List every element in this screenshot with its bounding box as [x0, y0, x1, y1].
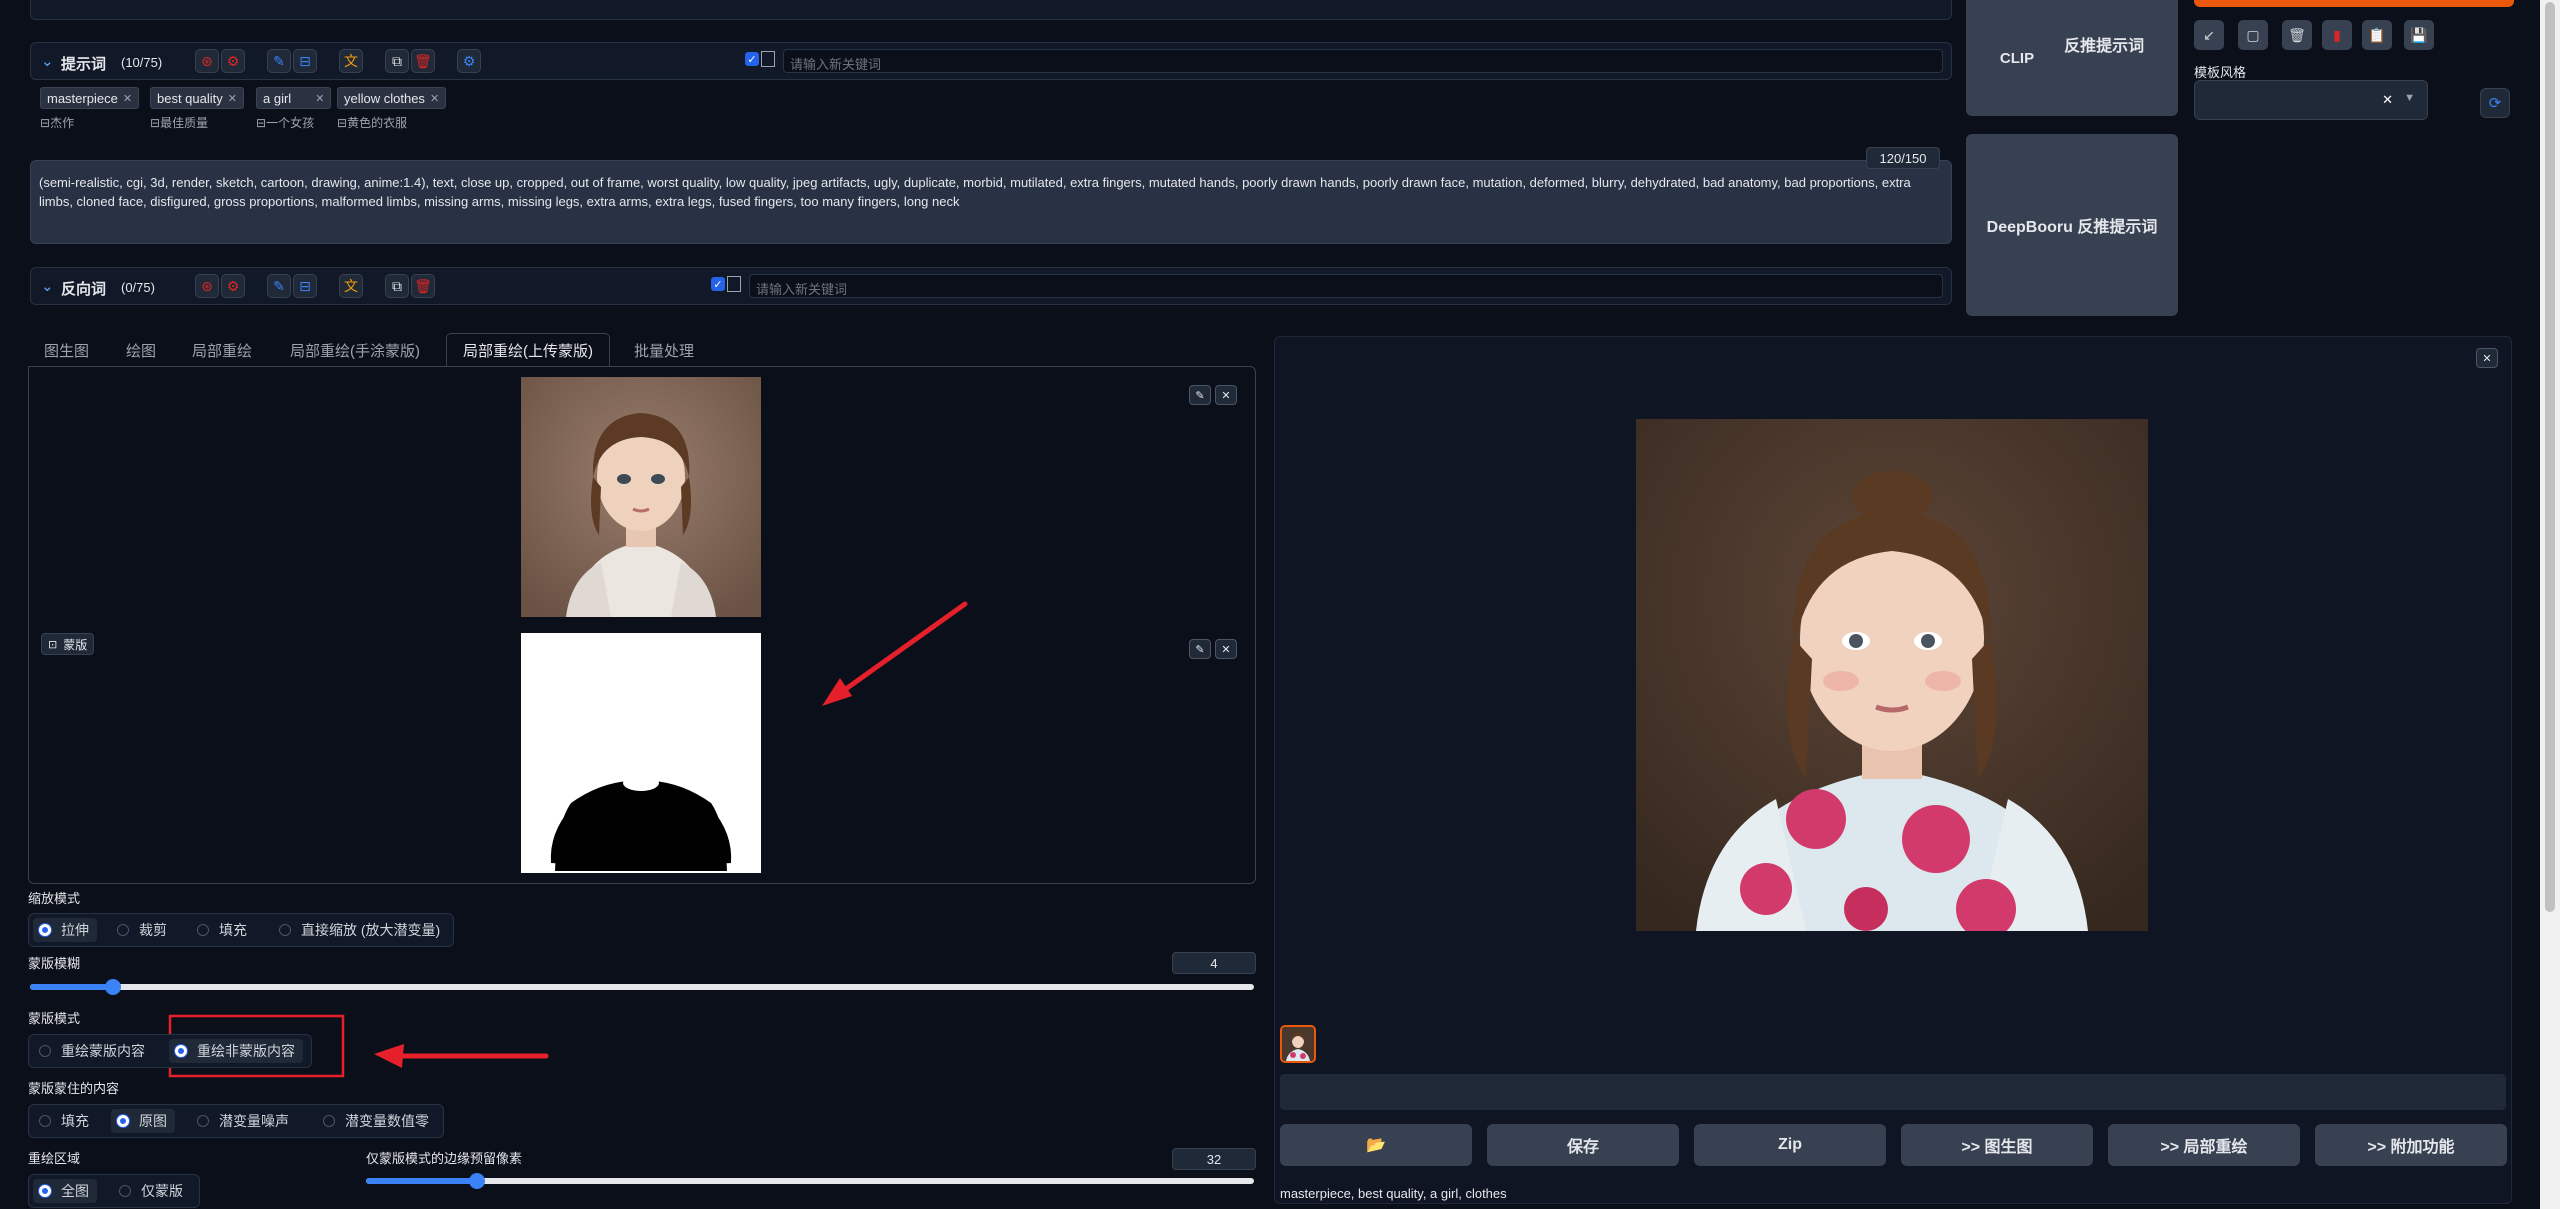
radio-resize-fill[interactable]: 填充	[191, 918, 255, 942]
masked-content-label: 蒙版蒙住的内容	[28, 1081, 120, 1096]
send-to-inpaint-button[interactable]: >> 局部重绘	[2108, 1124, 2300, 1166]
masked-content-group: 填充 原图 潜变量噪声 潜变量数值零	[28, 1104, 444, 1138]
arrow-head-icon	[374, 1044, 404, 1068]
close-icon[interactable]: ✕	[2476, 348, 2498, 368]
radio-resize-stretch[interactable]: 拉伸	[33, 918, 97, 942]
resize-mode-label: 缩放模式	[28, 891, 81, 906]
folder-icon: 📂	[1366, 1137, 1386, 1154]
inpaint-area-group: 全图 仅蒙版	[28, 1174, 200, 1208]
generation-info-bar	[1280, 1074, 2506, 1110]
radio-inpaint-not-masked[interactable]: 重绘非蒙版内容	[169, 1039, 303, 1063]
page-scrollbar[interactable]	[2540, 0, 2560, 1209]
output-image[interactable]	[1636, 419, 2148, 939]
padding-slider[interactable]	[366, 1173, 1254, 1189]
radio-area-whole[interactable]: 全图	[33, 1179, 97, 1203]
mask-mode-label: 蒙版模式	[28, 1011, 81, 1026]
slider-fill	[30, 984, 114, 990]
radio-content-latent-nothing[interactable]: 潜变量数值零	[317, 1109, 437, 1133]
radio-resize-latent[interactable]: 直接缩放 (放大潜变量)	[273, 918, 448, 942]
mask-blur-label: 蒙版模糊	[28, 956, 81, 971]
mask-mode-group: 重绘蒙版内容 重绘非蒙版内容	[28, 1034, 312, 1068]
inpaint-area-label: 重绘区域	[28, 1151, 81, 1166]
padding-label: 仅蒙版模式的边缘预留像素	[366, 1151, 523, 1166]
arrow-head-icon	[822, 678, 852, 706]
radio-resize-crop[interactable]: 裁剪	[111, 918, 175, 942]
slider-thumb[interactable]	[469, 1173, 485, 1189]
send-to-img2img-button[interactable]: >> 图生图	[1901, 1124, 2093, 1166]
send-to-extras-button[interactable]: >> 附加功能	[2315, 1124, 2507, 1166]
open-folder-button[interactable]: 📂	[1280, 1124, 1472, 1166]
annotation-arrow-upper	[833, 601, 968, 699]
slider-fill	[366, 1178, 477, 1184]
mask-blur-value[interactable]: 4	[1172, 952, 1256, 974]
mask-blur-slider[interactable]	[30, 979, 1254, 995]
radio-content-fill[interactable]: 填充	[33, 1109, 97, 1133]
resize-mode-group: 拉伸 裁剪 填充 直接缩放 (放大潜变量)	[28, 913, 454, 947]
radio-area-only-masked[interactable]: 仅蒙版	[113, 1179, 191, 1203]
gallery-thumbnail[interactable]	[1280, 1025, 1316, 1063]
radio-content-original[interactable]: 原图	[111, 1109, 175, 1133]
output-caption: masterpiece, best quality, a girl, cloth…	[1280, 1186, 1507, 1201]
zip-button[interactable]: Zip	[1694, 1124, 1886, 1166]
scrollbar-thumb[interactable]	[2545, 2, 2555, 912]
save-button[interactable]: 保存	[1487, 1124, 1679, 1166]
padding-value[interactable]: 32	[1172, 1148, 1256, 1170]
radio-inpaint-masked[interactable]: 重绘蒙版内容	[33, 1039, 153, 1063]
radio-content-latent-noise[interactable]: 潜变量噪声	[191, 1109, 297, 1133]
